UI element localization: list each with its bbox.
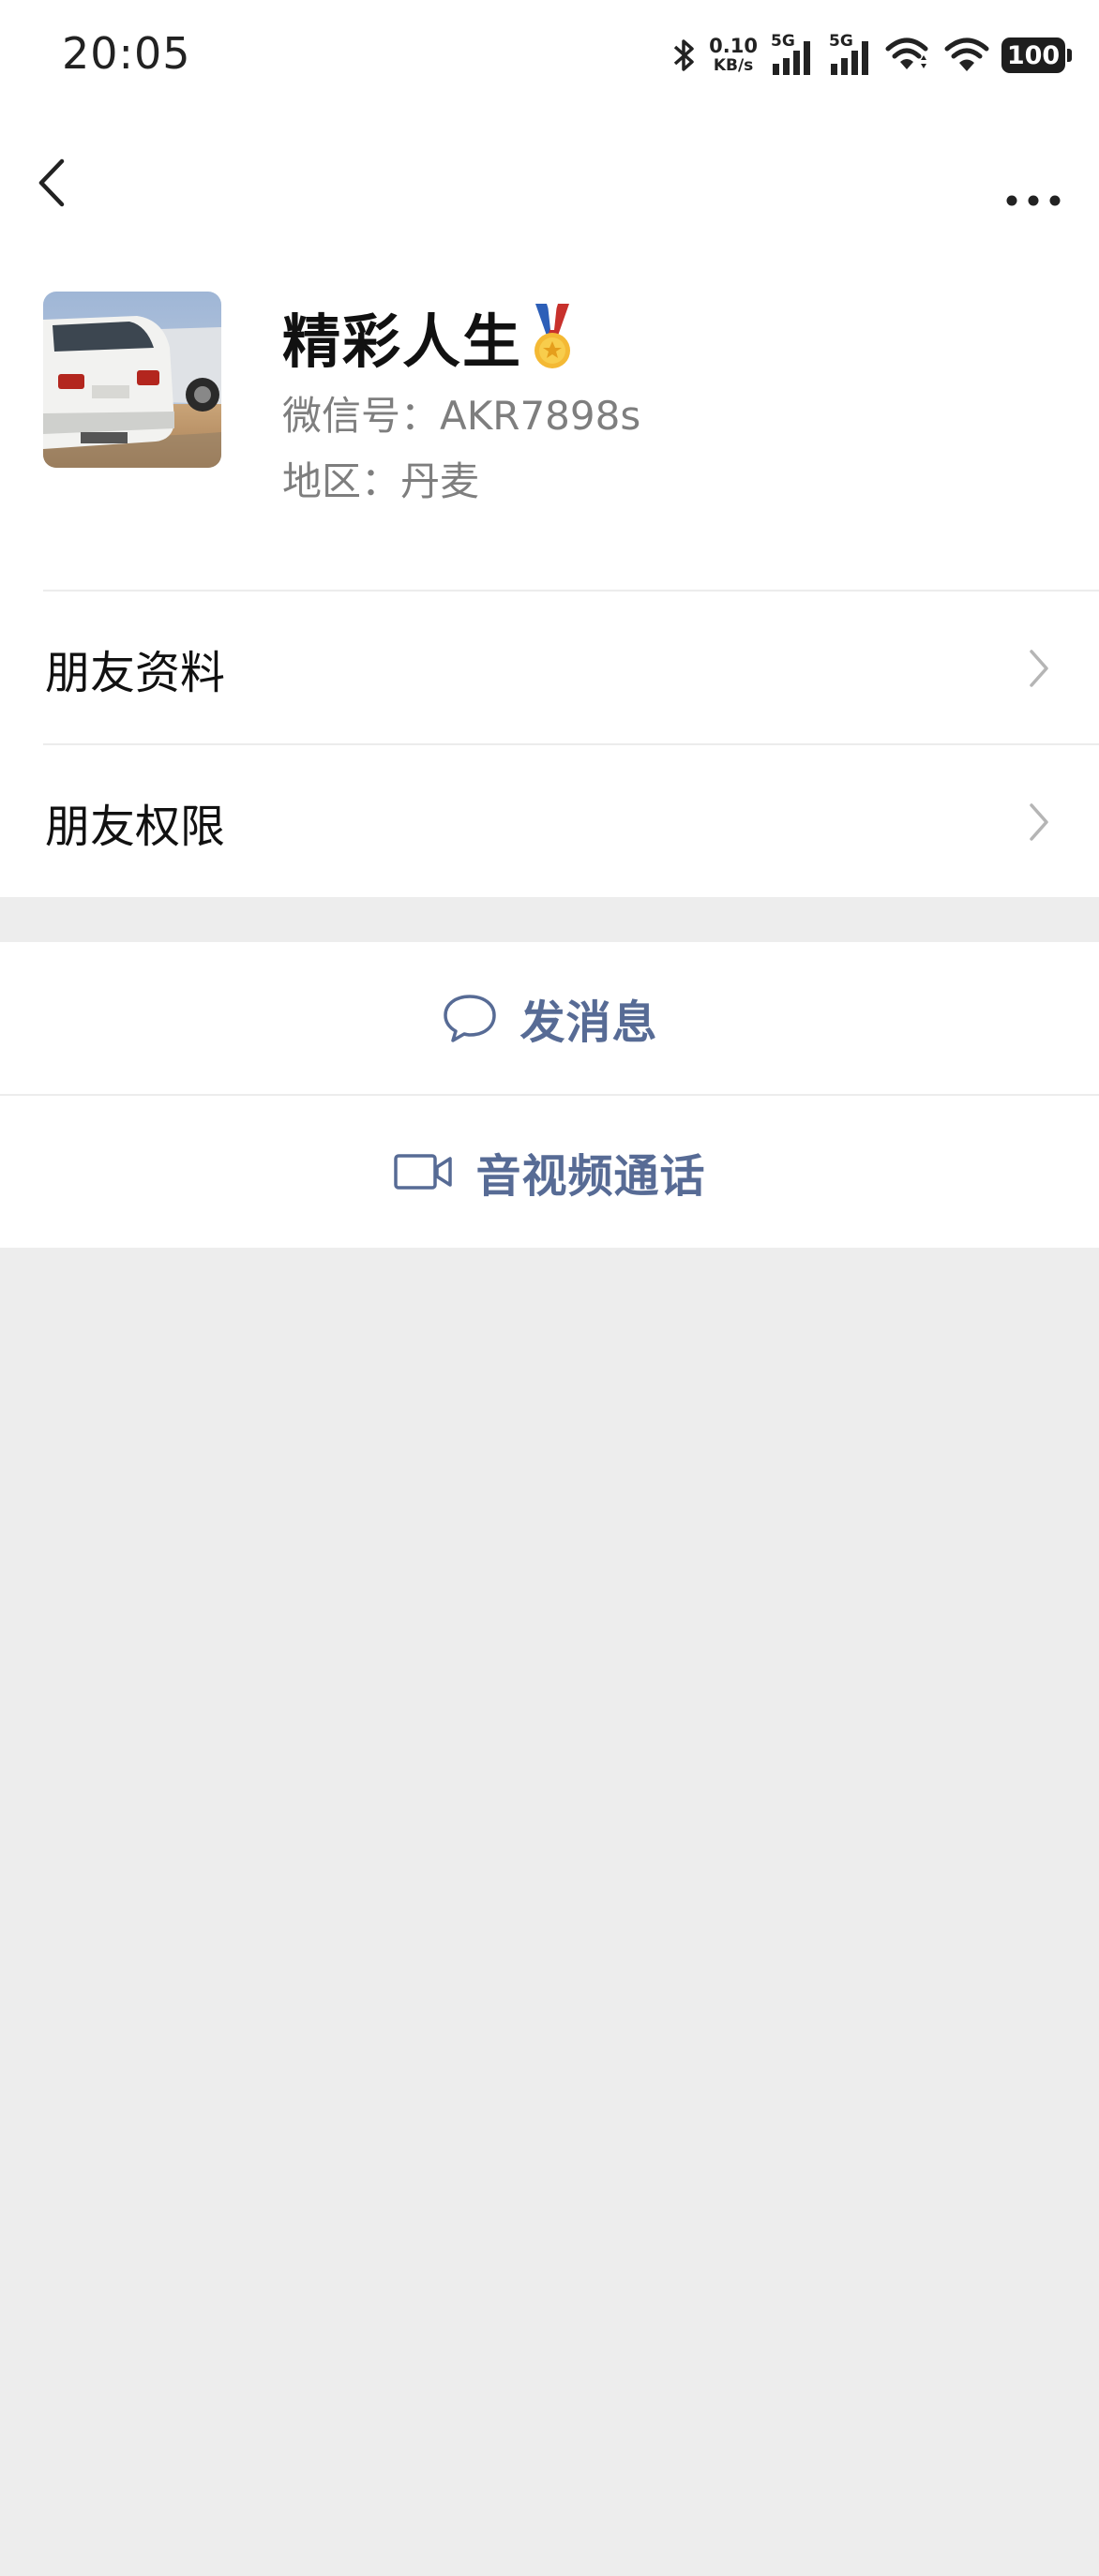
chat-bubble-icon — [444, 995, 497, 1042]
video-call-label: 音视频通话 — [475, 1150, 706, 1203]
avatar[interactable] — [43, 292, 221, 468]
menu-item-label: 朋友权限 — [45, 801, 226, 853]
nav-bar — [0, 131, 1099, 234]
menu-item-friend-profile[interactable]: 朋友资料 — [0, 592, 1099, 745]
signal-icon: 5G — [769, 32, 816, 77]
back-button[interactable] — [28, 150, 84, 216]
signal-icon: 5G — [827, 32, 874, 77]
network-speed-value: 0.10 — [709, 35, 758, 57]
send-message-button[interactable]: 发消息 — [0, 942, 1099, 1094]
network-speed: 0.10 KB/s — [709, 37, 758, 74]
medal-icon — [534, 304, 571, 368]
menu-item-label: 朋友资料 — [45, 647, 226, 699]
more-button[interactable] — [996, 150, 1071, 216]
chevron-right-icon — [1030, 803, 1048, 841]
battery-icon: 100 — [1001, 37, 1072, 73]
chevron-right-icon — [1030, 650, 1048, 687]
video-call-button[interactable]: 音视频通话 — [0, 1096, 1099, 1248]
name-row: 精彩人生 — [282, 294, 575, 379]
display-name: 精彩人生 — [282, 307, 523, 376]
status-time: 20:05 — [62, 28, 191, 79]
video-camera-icon — [394, 1154, 453, 1190]
bluetooth-icon — [674, 39, 694, 71]
profile-header: 精彩人生 微信号：AKR7898s 地区：丹麦 — [0, 281, 1099, 506]
signal-tag: 5G — [771, 32, 795, 51]
wifi-icon — [885, 37, 928, 69]
menu-item-friend-permissions[interactable]: 朋友权限 — [0, 745, 1099, 899]
region: 地区：丹麦 — [282, 458, 480, 504]
signal-tag: 5G — [829, 32, 853, 51]
status-icons: 0.10 KB/s 5G 5G 100 — [670, 32, 1072, 79]
send-message-label: 发消息 — [519, 996, 658, 1049]
wifi-icon — [944, 37, 989, 71]
wechat-id: 微信号：AKR7898s — [282, 393, 641, 439]
status-bar: 20:05 0.10 KB/s 5G 5G 100 — [0, 0, 1099, 112]
network-speed-unit: KB/s — [713, 56, 754, 75]
